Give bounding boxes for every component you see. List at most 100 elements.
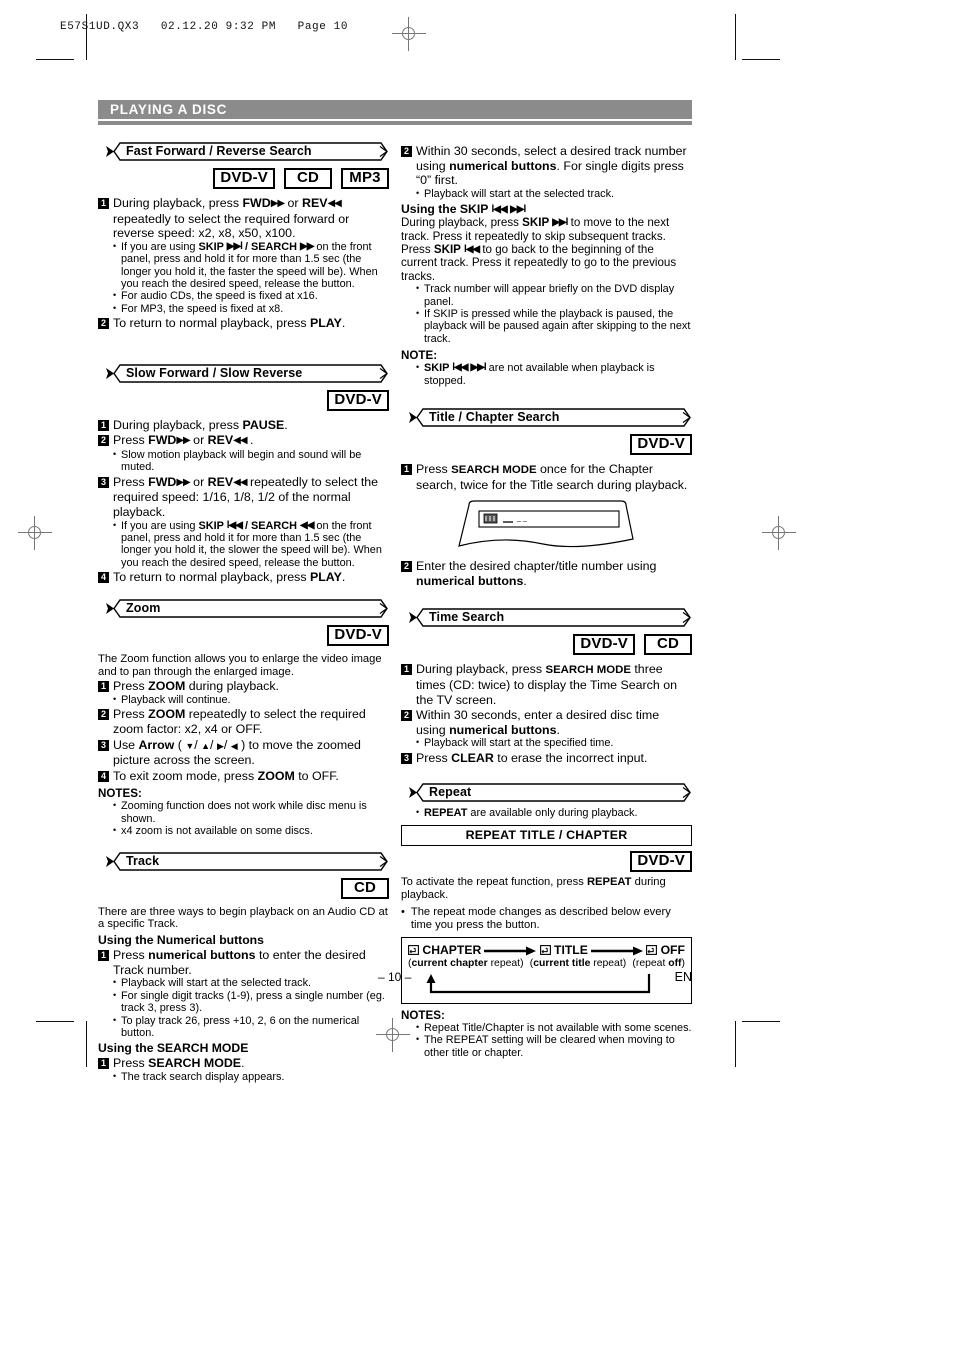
section-title: Track bbox=[126, 853, 160, 868]
step: 3 Use Arrow ( ▼/ ▲/ ▶/ ◀ ) to move the z… bbox=[98, 738, 389, 768]
step-number: 2 bbox=[401, 146, 412, 157]
repeat-caption-title-bold: current title bbox=[533, 958, 591, 969]
badge-cd: CD bbox=[284, 168, 332, 189]
step: 2 Press FWD▶▶ or REV◀◀ . bbox=[98, 433, 389, 449]
step: 2 Press ZOOM repeatedly to select the re… bbox=[98, 707, 389, 736]
list-item: Repeat Title/Chapter is not available wi… bbox=[415, 1021, 692, 1034]
skip-paragraph: During playback, press SKIP ▶▶l to move … bbox=[401, 216, 677, 283]
repeat-bullet-text: The repeat mode changes as described bel… bbox=[410, 906, 671, 932]
step-text: Press numerical buttons to enter the des… bbox=[113, 948, 366, 977]
step-text: During playback, press SEARCH MODE three… bbox=[416, 662, 677, 707]
registration-mark-top bbox=[392, 17, 426, 51]
notes-list: Zooming function does not work while dis… bbox=[112, 799, 389, 837]
section-track-continued: 2 Within 30 seconds, select a desired tr… bbox=[401, 144, 692, 387]
step-text: Within 30 seconds, select a desired trac… bbox=[416, 144, 687, 188]
step: 2 Within 30 seconds, enter a desired dis… bbox=[401, 708, 692, 737]
section-zoom: Zoom DVD-V The Zoom function allows you … bbox=[98, 599, 389, 838]
list-item: Zooming function does not work while dis… bbox=[112, 799, 389, 825]
right-column: 2 Within 30 seconds, select a desired tr… bbox=[401, 142, 692, 1083]
step: 2 Enter the desired chapter/title number… bbox=[401, 559, 692, 588]
step: 1 During playback, press FWD▶▶ or REV◀◀ … bbox=[98, 196, 389, 241]
bullet-list: Playback will start at the specified tim… bbox=[415, 736, 692, 749]
list-item: If you are using SKIP l◀◀ / SEARCH ◀◀ on… bbox=[112, 519, 389, 570]
step-number: 2 bbox=[98, 435, 109, 447]
step-text: Press FWD▶▶ or REV◀◀ repeatedly to selec… bbox=[113, 474, 379, 519]
badge-dvd-v: DVD-V bbox=[630, 850, 692, 872]
step: 3 Press CLEAR to erase the incorrect inp… bbox=[401, 751, 692, 766]
step-number: 1 bbox=[98, 198, 109, 209]
skip-back-icon: l◀◀ bbox=[491, 204, 508, 216]
badge-dvd-v: DVD-V bbox=[573, 634, 635, 656]
chapter-title: PLAYING A DISC bbox=[110, 102, 228, 117]
section-time-search: Time Search DVD-V CD 1 During playback, … bbox=[401, 608, 692, 765]
display-panel-illustration-wrap: _ _ bbox=[401, 499, 692, 553]
crop-mark-bottom-right-horizontal bbox=[742, 1021, 780, 1022]
repeat-node-chapter-label: CHAPTER bbox=[422, 943, 482, 957]
disc-badges: DVD-V bbox=[98, 389, 389, 411]
step-text: Use Arrow ( ▼/ ▲/ ▶/ ◀ ) to move the zoo… bbox=[113, 737, 361, 768]
bullet-list: Slow motion playback will begin and soun… bbox=[112, 448, 389, 474]
step-text: Press SEARCH MODE once for the Chapter s… bbox=[416, 462, 688, 492]
repeat-node-title-label: TITLE bbox=[554, 943, 588, 957]
disc-badges: CD bbox=[98, 877, 389, 899]
crop-mark-top-right-horizontal bbox=[742, 59, 780, 60]
step: 1 Press SEARCH MODE. bbox=[98, 1056, 389, 1071]
section-title-chapter-search: Title / Chapter Search DVD-V 1 Press SEA… bbox=[401, 408, 692, 588]
repeat-bullet-row: • The repeat mode changes as described b… bbox=[401, 906, 692, 932]
crop-mark-bottom-left-vertical bbox=[86, 1021, 87, 1067]
step-text: To return to normal playback, press PLAY… bbox=[113, 570, 346, 585]
badge-dvd-v: DVD-V bbox=[213, 168, 275, 189]
print-header-line: E57S1UD.QX3 02.12.20 9:32 PM Page 10 bbox=[60, 21, 349, 33]
section-title: Title / Chapter Search bbox=[429, 410, 560, 425]
list-item: If SKIP is pressed while the playback is… bbox=[415, 307, 692, 345]
language-code: EN bbox=[674, 970, 692, 984]
left-column: Fast Forward / Reverse Search DVD-V CD M… bbox=[98, 142, 389, 1083]
step-number: 4 bbox=[98, 770, 109, 782]
step-text: Press FWD▶▶ or REV◀◀ . bbox=[113, 433, 254, 448]
section-banner: Slow Forward / Slow Reverse bbox=[98, 364, 389, 383]
step: 2 To return to normal playback, press PL… bbox=[98, 316, 389, 331]
bullet-list: If you are using SKIP ▶▶l / SEARCH ▶▶ on… bbox=[112, 240, 389, 315]
svg-text:_ _: _ _ bbox=[516, 515, 527, 522]
repeat-loop-icon bbox=[539, 945, 551, 955]
crop-mark-bottom-left-horizontal bbox=[36, 1021, 74, 1022]
section-intro: There are three ways to begin playback o… bbox=[98, 905, 388, 931]
badge-dvd-v: DVD-V bbox=[630, 434, 692, 456]
step: 1 Press SEARCH MODE once for the Chapter… bbox=[401, 462, 692, 492]
step-number: 2 bbox=[98, 709, 109, 721]
bullet-dot-icon: • bbox=[401, 906, 405, 919]
list-item: Playback will continue. bbox=[112, 693, 389, 706]
repeat-loop-icon bbox=[646, 945, 658, 955]
step-text: During playback, press FWD▶▶ or REV◀◀ re… bbox=[113, 196, 350, 241]
bullet-list: Track number will appear briefly on the … bbox=[415, 282, 692, 345]
section-title: Fast Forward / Reverse Search bbox=[126, 144, 312, 158]
notes-heading: NOTES: bbox=[401, 1009, 445, 1022]
repeat-intro: To activate the repeat function, press R… bbox=[401, 875, 666, 901]
step-text: Press ZOOM repeatedly to select the requ… bbox=[113, 707, 366, 736]
step-text: To return to normal playback, press PLAY… bbox=[113, 316, 346, 331]
subsection-heading-search-mode: Using the SEARCH MODE bbox=[98, 1041, 249, 1056]
step: 1 During playback, press SEARCH MODE thr… bbox=[401, 662, 692, 707]
arrow-right-icon-2 bbox=[591, 945, 644, 956]
repeat-node-chapter: CHAPTER bbox=[408, 943, 481, 957]
step-number: 4 bbox=[98, 572, 109, 584]
step-number: 1 bbox=[401, 664, 412, 676]
bullet-list: Playback will continue. bbox=[112, 693, 389, 706]
step-text: During playback, press PAUSE. bbox=[113, 417, 288, 432]
list-item: To play track 26, press +10, 2, 6 on the… bbox=[112, 1014, 389, 1040]
repeat-mode-flow-diagram: CHAPTER TITLE OFF (current chapter repea… bbox=[401, 937, 692, 1004]
badge-cd: CD bbox=[644, 634, 692, 656]
repeat-caption-off-bold: off bbox=[668, 958, 682, 969]
section-repeat: Repeat REPEAT are available only during … bbox=[401, 783, 692, 1059]
section-banner: Fast Forward / Reverse Search bbox=[98, 142, 389, 161]
section-intro: The Zoom function allows you to enlarge … bbox=[98, 652, 382, 678]
bullet-list: Playback will start at the selected trac… bbox=[112, 976, 389, 1040]
step-number: 2 bbox=[401, 710, 412, 722]
note-heading: NOTE: bbox=[401, 349, 438, 363]
step: 1 Press ZOOM during playback. bbox=[98, 679, 389, 694]
bullet-list: Playback will start at the selected trac… bbox=[415, 187, 692, 200]
list-item: x4 zoom is not available on some discs. bbox=[112, 824, 389, 837]
section-title: Repeat bbox=[429, 785, 472, 800]
step-number: 3 bbox=[98, 739, 109, 751]
bullet-list: The track search display appears. bbox=[112, 1070, 389, 1083]
